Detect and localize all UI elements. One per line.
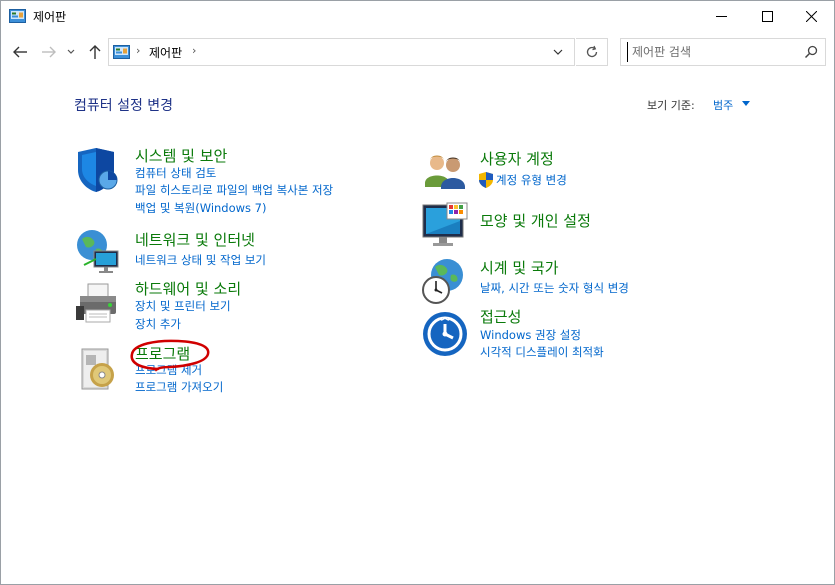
arrow-left-icon <box>13 46 27 58</box>
category-appearance-personalization[interactable]: 모양 및 개인 설정 <box>480 210 591 231</box>
category-ease-of-access[interactable]: 접근성 <box>480 306 521 327</box>
search-icon[interactable] <box>804 45 818 59</box>
category-user-accounts[interactable]: 사용자 계정 <box>480 148 554 169</box>
network-globe-icon[interactable] <box>74 227 122 275</box>
link-optimize-visual-display[interactable]: 시각적 디스플레이 최적화 <box>480 344 604 360</box>
view-by-label: 보기 기준: <box>647 99 695 112</box>
uac-shield-icon <box>479 172 493 188</box>
link-uninstall-program[interactable]: 프로그램 제거 <box>135 362 202 378</box>
link-get-programs[interactable]: 프로그램 가져오기 <box>135 379 223 395</box>
close-button[interactable] <box>788 1 834 32</box>
window-title: 제어판 <box>33 10 67 24</box>
link-file-history-backup[interactable]: 파일 히스토리로 파일의 백업 복사본 저장 <box>135 182 333 198</box>
breadcrumb-separator[interactable]: › <box>192 44 196 57</box>
chevron-down-icon <box>67 49 75 54</box>
link-devices-printers[interactable]: 장치 및 프린터 보기 <box>135 298 231 314</box>
address-dropdown-button[interactable] <box>549 45 567 59</box>
view-by-dropdown[interactable]: 범주 <box>713 97 733 113</box>
forward-button[interactable] <box>39 42 59 62</box>
refresh-icon <box>586 45 597 58</box>
page-heading: 컴퓨터 설정 변경 <box>74 98 174 114</box>
link-windows-recommended-settings[interactable]: Windows 권장 설정 <box>480 327 581 343</box>
link-change-account-type[interactable]: 계정 유형 변경 <box>496 172 567 188</box>
clock-globe-icon[interactable] <box>421 257 469 305</box>
category-hardware-sound[interactable]: 하드웨어 및 소리 <box>135 278 241 299</box>
shield-icon[interactable] <box>74 146 122 194</box>
link-backup-restore[interactable]: 백업 및 복원(Windows 7) <box>135 200 267 216</box>
back-button[interactable] <box>10 42 30 62</box>
category-system-security[interactable]: 시스템 및 보안 <box>135 145 227 166</box>
arrow-up-icon <box>89 45 101 59</box>
navigation-bar: › 제어판 › <box>1 36 834 68</box>
up-button[interactable] <box>85 42 105 62</box>
programs-disc-icon[interactable] <box>74 345 122 393</box>
display-palette-icon[interactable] <box>421 201 469 249</box>
users-icon[interactable] <box>421 149 469 197</box>
arrow-right-icon <box>42 46 56 58</box>
category-network-internet[interactable]: 네트워크 및 인터넷 <box>135 229 255 250</box>
title-bar[interactable]: 제어판 <box>1 1 834 32</box>
breadcrumb-control-panel[interactable]: 제어판 <box>149 44 182 61</box>
link-date-time-number-format[interactable]: 날짜, 시간 또는 숫자 형식 변경 <box>480 280 629 296</box>
link-review-computer-status[interactable]: 컴퓨터 상태 검토 <box>135 165 216 181</box>
recent-locations-button[interactable] <box>64 42 78 62</box>
link-add-device[interactable]: 장치 추가 <box>135 316 181 332</box>
minimize-button[interactable] <box>698 1 744 32</box>
control-panel-window: 제어판 › 제어판 › 제어판 검색 컴퓨터 설정 변경 보기 기준: 범주 시… <box>0 0 835 585</box>
control-panel-icon <box>113 45 130 59</box>
breadcrumb-separator[interactable]: › <box>136 44 140 57</box>
search-input[interactable] <box>627 42 795 62</box>
maximize-button[interactable] <box>744 1 790 32</box>
address-bar[interactable]: › 제어판 › <box>108 38 575 66</box>
category-programs[interactable]: 프로그램 <box>135 343 190 364</box>
printer-icon[interactable] <box>74 280 122 328</box>
category-clock-region[interactable]: 시계 및 국가 <box>480 257 559 278</box>
refresh-button[interactable] <box>576 38 608 66</box>
caret-down-icon[interactable] <box>742 101 750 106</box>
control-panel-icon <box>9 9 26 23</box>
chevron-down-icon <box>553 49 563 55</box>
search-box[interactable] <box>620 38 826 66</box>
link-network-status-tasks[interactable]: 네트워크 상태 및 작업 보기 <box>135 252 266 268</box>
ease-of-access-icon[interactable] <box>421 310 469 358</box>
